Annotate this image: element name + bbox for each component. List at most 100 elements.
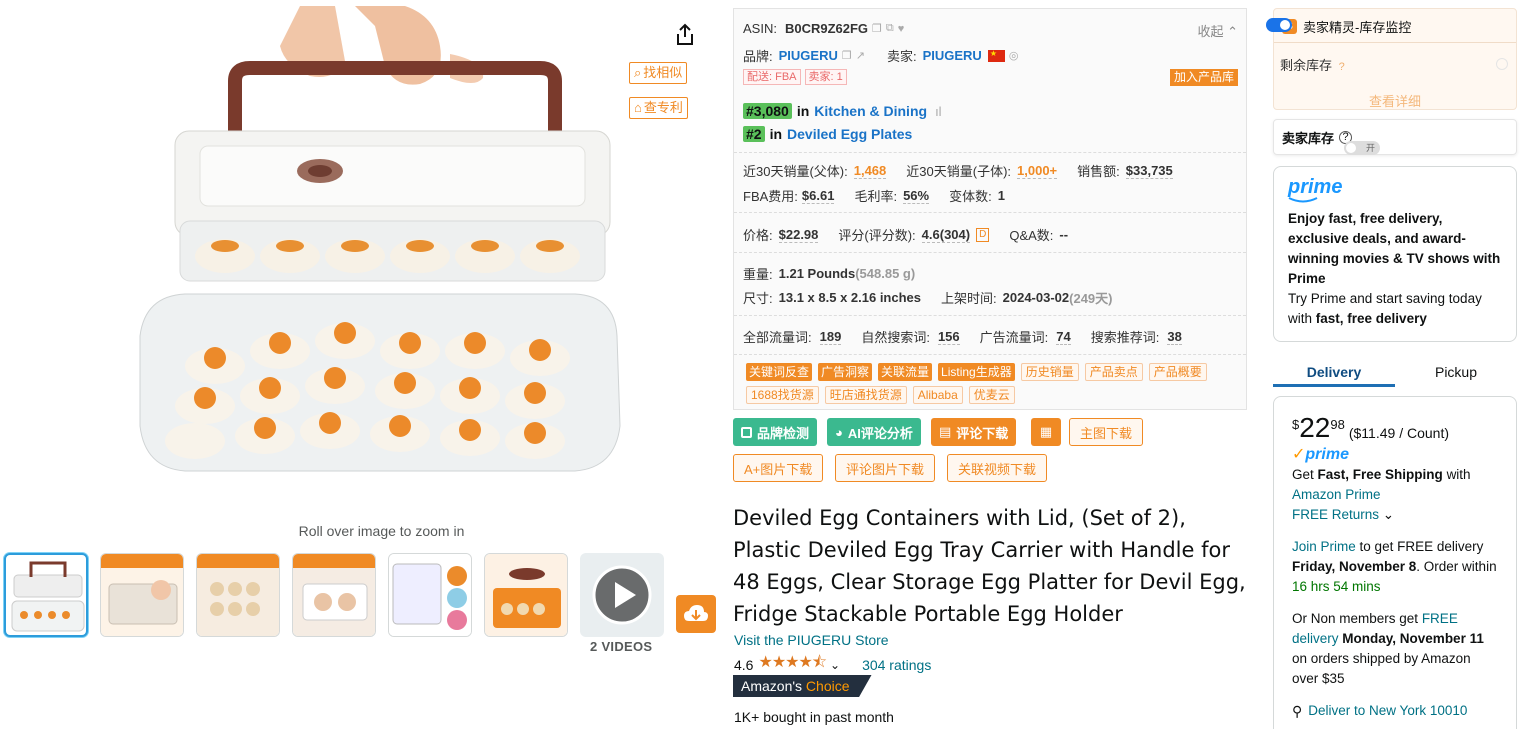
amazons-choice-badge[interactable]: Amazon's Choice xyxy=(733,675,872,697)
amazon-prime-link[interactable]: Amazon Prime xyxy=(1292,485,1498,505)
star-rating-icon[interactable]: ★★★★⯪ xyxy=(758,651,827,678)
brand-check-button[interactable]: 品牌检测 xyxy=(733,418,818,446)
ai-review-button[interactable]: ◕ AI评论分析 xyxy=(827,418,921,446)
kw-ad-value[interactable]: 74 xyxy=(1056,329,1071,345)
find-similar-button[interactable]: ⌕ 找相似 xyxy=(629,62,688,84)
tag-related-traffic[interactable]: 关联流量 xyxy=(878,363,933,381)
chevron-down-icon[interactable]: ⌄ xyxy=(830,658,840,672)
external-link-icon[interactable]: ↗ xyxy=(856,49,865,62)
monitor-toggle[interactable] xyxy=(1266,18,1292,32)
tag-listing-generator[interactable]: Listing生成器 xyxy=(938,363,1015,381)
deliver-to-row[interactable]: ⚲ Deliver to New York 10010 xyxy=(1292,701,1498,721)
sales-parent-value[interactable]: 1,468 xyxy=(853,163,887,179)
brand-link[interactable]: PIUGERU xyxy=(779,48,838,63)
tag-product-summary[interactable]: 产品概要 xyxy=(1148,363,1207,381)
with-text: with xyxy=(1446,467,1471,482)
seller-link[interactable]: PIUGERU xyxy=(923,48,982,63)
inventory-monitor-box: S 卖家精灵-库存监控 剩余库存 ? 查看详细 xyxy=(1266,8,1517,110)
main-product-image[interactable] xyxy=(105,6,650,516)
collapse-button[interactable]: 收起 ⌃ xyxy=(1197,21,1238,40)
thumbnail-5[interactable] xyxy=(388,553,472,637)
thumbnail-6[interactable] xyxy=(484,553,568,637)
tag-wangdiantong-source[interactable]: 旺店通找货源 xyxy=(824,386,907,404)
category-link-deviled-egg[interactable]: Deviled Egg Plates xyxy=(787,126,912,142)
calculator-button[interactable]: ▦ xyxy=(1031,418,1061,446)
brand-label: 品牌: xyxy=(743,49,773,64)
tab-pickup[interactable]: Pickup xyxy=(1395,355,1517,387)
category-link-kitchen[interactable]: Kitchen & Dining xyxy=(814,103,927,119)
calculator-icon: ▦ xyxy=(1039,424,1053,439)
copy-icon[interactable]: ❐ xyxy=(872,22,882,35)
rating-value: 4.6(304) xyxy=(921,226,971,243)
join-prime-link[interactable]: Join Prime xyxy=(1292,539,1356,554)
view-details-link[interactable]: 查看详细 xyxy=(1274,91,1516,110)
free-returns-link[interactable]: FREE Returns ⌄ xyxy=(1292,505,1498,525)
revenue-label: 销售额: xyxy=(1077,164,1120,179)
bar-chart-icon[interactable]: ıl xyxy=(935,104,942,119)
price-symbol: $ xyxy=(1292,417,1300,432)
sales-child-value[interactable]: 1,000+ xyxy=(1017,163,1058,179)
choice-word: Choice xyxy=(805,678,850,694)
thumbnail-2[interactable] xyxy=(100,553,184,637)
video-thumbnail[interactable] xyxy=(580,553,664,637)
price-per-unit: ($11.49 / Count) xyxy=(1348,425,1449,441)
kw-all-label: 全部流量词: xyxy=(743,330,812,345)
patent-icon: ⌂ xyxy=(634,100,642,115)
link-icon[interactable]: ⧉ xyxy=(886,22,894,35)
kw-rec-label: 搜索推荐词: xyxy=(1090,330,1160,345)
non-member-delivery-date: Monday, November 11 xyxy=(1342,631,1484,646)
check-patent-label: 查专利 xyxy=(643,100,683,115)
thumbnail-4[interactable] xyxy=(292,553,376,637)
kw-rec-value[interactable]: 38 xyxy=(1167,329,1182,345)
weight-grams: (548.85 g) xyxy=(855,266,916,281)
check-patent-button[interactable]: ⌂ 查专利 xyxy=(629,97,688,119)
prime-logo: prime xyxy=(1288,176,1343,198)
seller-stock-row: 卖家库存 ? 开 xyxy=(1273,119,1517,155)
non-members-text: Or Non members get xyxy=(1292,611,1419,626)
countdown-timer: 16 hrs 54 mins xyxy=(1292,579,1381,594)
review-image-download-button[interactable]: 评论图片下载 xyxy=(835,454,936,482)
related-video-download-button[interactable]: 关联视频下载 xyxy=(947,454,1048,482)
tag-youmaiyun[interactable]: 优麦云 xyxy=(968,386,1015,404)
tag-alibaba[interactable]: Alibaba xyxy=(912,386,963,404)
main-image-download-button[interactable]: 主图下载 xyxy=(1069,418,1144,446)
thumbnail-1[interactable] xyxy=(4,553,88,637)
kw-all-value[interactable]: 189 xyxy=(819,329,842,345)
seller-stock-toggle[interactable]: 开 xyxy=(1344,141,1381,155)
deliver-to-link[interactable]: Deliver to New York 10010 xyxy=(1308,701,1467,721)
ratings-count-link[interactable]: 304 ratings xyxy=(862,657,931,673)
size-value: 13.1 x 8.5 x 2.16 inches xyxy=(778,290,922,305)
toggle-state-label: 开 xyxy=(1366,143,1376,153)
tag-1688-source[interactable]: 1688找货源 xyxy=(746,386,819,404)
thumbnail-3[interactable] xyxy=(196,553,280,637)
store-link[interactable]: Visit the PIUGERU Store xyxy=(734,632,889,648)
tag-ad-insight[interactable]: 广告洞察 xyxy=(818,363,873,381)
add-to-library-button[interactable]: 加入产品库 xyxy=(1169,69,1238,86)
get-prefix: Get xyxy=(1292,467,1314,482)
seller-sprite-panel: ASIN: B0CR9Z62FG ❐ ⧉ ♥ 收起 ⌃ 品牌: PIUGERU … xyxy=(733,8,1247,410)
pie-chart-icon: ◕ xyxy=(835,424,843,440)
tag-sales-history[interactable]: 历史销量 xyxy=(1020,363,1079,381)
weight-value: 1.21 Pounds xyxy=(778,266,856,281)
cloud-download-button[interactable] xyxy=(676,595,716,633)
weight-label: 重量: xyxy=(743,267,773,282)
share-icon[interactable] xyxy=(672,22,698,48)
kw-organic-value[interactable]: 156 xyxy=(937,329,960,345)
aplus-image-download-button[interactable]: A+图片下载 xyxy=(733,454,824,482)
review-download-button[interactable]: ▤ 评论下载 xyxy=(931,418,1017,446)
help-icon[interactable]: ? xyxy=(1339,61,1345,73)
copy-icon[interactable]: ❐ xyxy=(842,49,852,62)
rating-number: 4.6 xyxy=(734,656,754,673)
tab-delivery[interactable]: Delivery xyxy=(1273,355,1395,387)
heart-icon[interactable]: ♥ xyxy=(898,23,905,35)
videos-label: 2 VIDEOS xyxy=(590,639,653,654)
asin-value[interactable]: B0CR9Z62FG xyxy=(785,21,868,36)
tag-keyword-reverse[interactable]: 关键词反查 xyxy=(746,363,813,381)
comment-icon: ▤ xyxy=(939,424,952,439)
sub-rank-badge: #2 xyxy=(743,126,765,142)
prime-check-logo: ✓prime xyxy=(1292,446,1349,463)
join-prime-rest: to get FREE delivery xyxy=(1359,539,1484,554)
listed-date-label: 上架时间: xyxy=(941,291,997,306)
fba-tag: 配送: FBA xyxy=(743,69,801,85)
tag-selling-points[interactable]: 产品卖点 xyxy=(1084,363,1143,381)
